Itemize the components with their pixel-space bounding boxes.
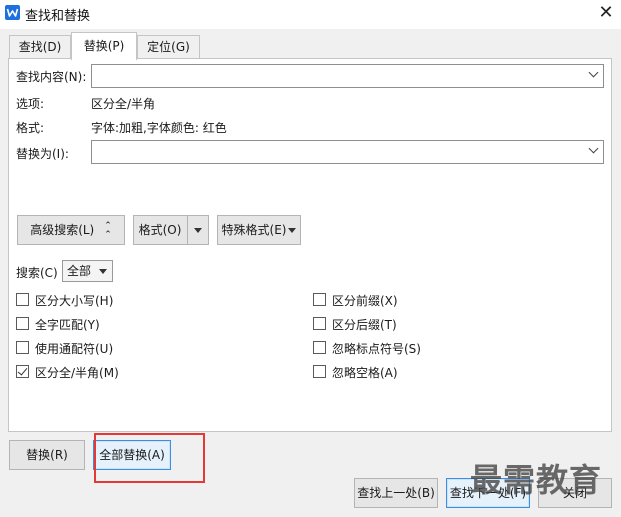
advanced-search-label: 高级搜索(L) [30, 223, 95, 237]
checkbox-label: 忽略标点符号(S) [332, 342, 421, 356]
checkbox-label: 全字匹配(Y) [35, 318, 100, 332]
checkbox-ignore-whitespace[interactable]: 忽略空格(A) [313, 363, 453, 380]
special-format-label: 特殊格式(E) [221, 223, 287, 237]
advanced-search-button[interactable]: 高级搜索(L) ⌃ ⌃ [17, 215, 125, 245]
checkbox-full-half-width[interactable]: 区分全/半角(M) [16, 363, 156, 380]
checkbox-box[interactable] [16, 341, 29, 354]
format-label: 格式: [16, 121, 45, 135]
checkbox-box[interactable] [16, 317, 29, 330]
checkbox-label: 区分大小写(H) [35, 294, 114, 308]
checkbox-label: 区分后缀(T) [332, 318, 397, 332]
options-value: 区分全/半角 [91, 97, 156, 111]
replace-label: 替换为(I): [16, 147, 69, 161]
tab-find[interactable]: 查找(D) [9, 35, 71, 59]
chevron-down-icon[interactable] [194, 228, 202, 233]
checkbox-label: 使用通配符(U) [35, 342, 114, 356]
search-scope-value: 全部 [67, 264, 92, 278]
check-icon [17, 365, 28, 376]
replace-input[interactable] [91, 140, 604, 164]
double-chevron-up-icon: ⌃ ⌃ [104, 220, 112, 240]
replace-all-button[interactable]: 全部替换(A) [93, 440, 171, 470]
checkbox-box[interactable] [313, 317, 326, 330]
wps-writer-icon [5, 5, 20, 20]
chevron-down-icon[interactable] [588, 143, 599, 154]
checkbox-match-prefix[interactable]: 区分前缀(X) [313, 291, 453, 308]
find-previous-button[interactable]: 查找上一处(B) [354, 478, 438, 508]
checkbox-whole-word[interactable]: 全字匹配(Y) [16, 315, 156, 332]
checkbox-wildcards[interactable]: 使用通配符(U) [16, 339, 156, 356]
checkbox-match-suffix[interactable]: 区分后缀(T) [313, 315, 453, 332]
search-scope-label: 搜索(C) [16, 266, 58, 280]
chevron-down-icon [288, 228, 297, 233]
close-button[interactable]: 关闭 [538, 478, 612, 508]
chevron-down-icon [99, 269, 107, 274]
tab-goto[interactable]: 定位(G) [137, 35, 200, 59]
checkbox-label: 忽略空格(A) [332, 366, 398, 380]
checkbox-box[interactable] [313, 341, 326, 354]
chevron-down-icon[interactable] [588, 67, 599, 78]
close-icon[interactable]: ✕ [596, 3, 616, 23]
tab-replace[interactable]: 替换(P) [71, 32, 137, 60]
checkbox-label: 区分前缀(X) [332, 294, 398, 308]
checkbox-ignore-punctuation[interactable]: 忽略标点符号(S) [313, 339, 453, 356]
format-button-label: 格式(O) [138, 223, 182, 237]
find-label: 查找内容(N): [16, 70, 87, 84]
checkbox-box[interactable] [313, 293, 326, 306]
format-button[interactable]: 格式(O) [133, 215, 209, 245]
find-next-button[interactable]: 查找下一处(F) [446, 478, 530, 508]
checkbox-label: 区分全/半角(M) [35, 366, 119, 380]
checkbox-box[interactable] [16, 293, 29, 306]
checkbox-match-case[interactable]: 区分大小写(H) [16, 291, 156, 308]
format-button-divider [187, 216, 188, 244]
format-value: 字体:加粗,字体颜色: 红色 [91, 121, 227, 135]
replace-button[interactable]: 替换(R) [9, 440, 85, 470]
window-title: 查找和替换 [25, 9, 91, 24]
title-bar: 查找和替换 ✕ [0, 0, 621, 29]
find-input[interactable] [91, 64, 604, 88]
search-scope-select[interactable]: 全部 [62, 260, 113, 282]
checkbox-box[interactable] [16, 365, 29, 378]
options-label: 选项: [16, 97, 45, 111]
checkbox-box[interactable] [313, 365, 326, 378]
special-format-button[interactable]: 特殊格式(E) [217, 215, 301, 245]
